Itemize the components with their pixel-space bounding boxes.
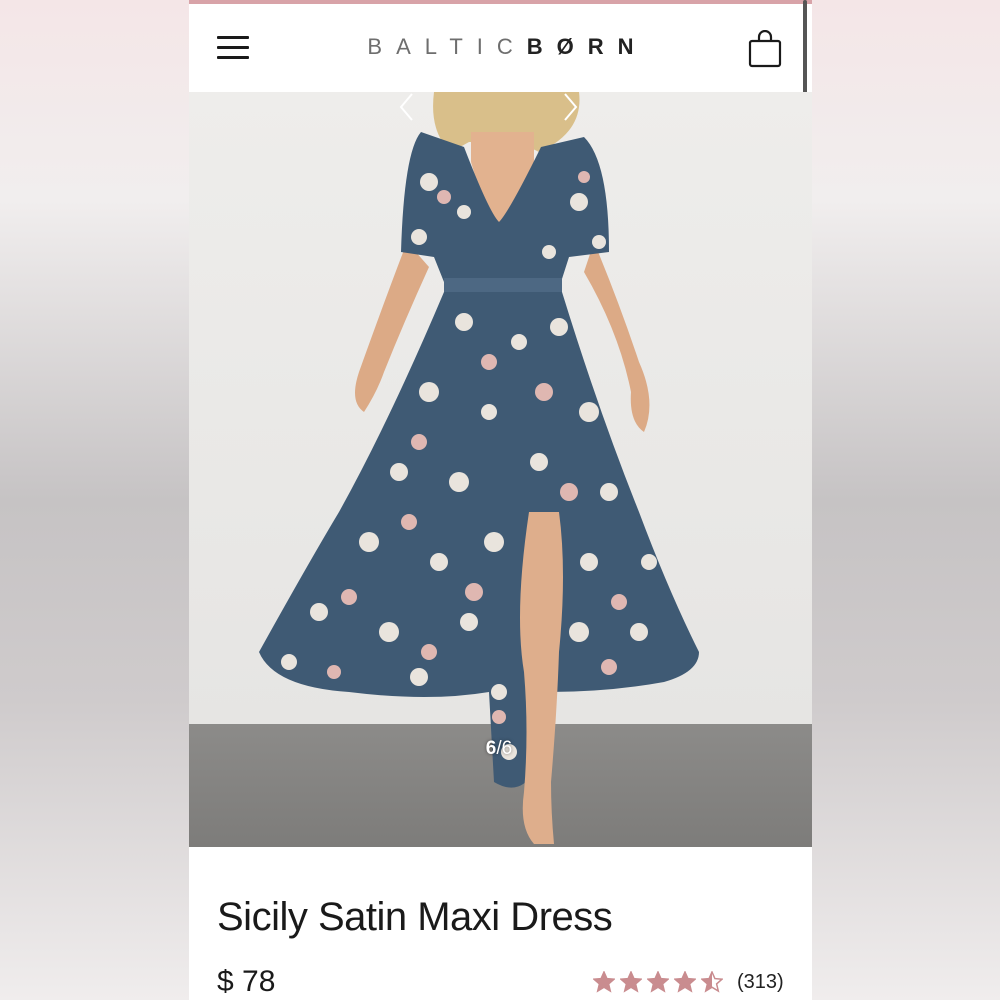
brand-logo[interactable]: BALTICBØRN — [189, 34, 812, 60]
star-full-icon — [593, 971, 615, 993]
product-info: Sicily Satin Maxi Dress $ 78 (313) — [189, 847, 812, 1000]
rating-stars[interactable] — [593, 969, 728, 995]
product-title: Sicily Satin Maxi Dress — [217, 895, 613, 939]
gallery-current: 6 — [485, 738, 497, 759]
gallery-total: 6 — [501, 738, 513, 759]
star-full-icon — [647, 971, 669, 993]
shopping-bag-icon[interactable] — [748, 30, 782, 68]
mobile-screen: BALTICBØRN 6/6 Sicily Satin Maxi Dress $… — [189, 0, 812, 1000]
background-left — [0, 0, 189, 1000]
chevron-right-icon[interactable] — [560, 92, 580, 122]
background-right — [812, 0, 1000, 1000]
star-full-icon — [620, 971, 642, 993]
logo-text-baltic: BALTIC — [367, 34, 527, 59]
gallery-counter: 6/6 — [464, 738, 534, 760]
logo-text-born: BØRN — [526, 34, 648, 59]
star-half-icon — [701, 971, 723, 993]
product-price: $ 78 — [217, 965, 276, 998]
star-full-icon — [674, 971, 696, 993]
site-header: BALTICBØRN — [189, 4, 812, 92]
chevron-left-icon[interactable] — [397, 92, 417, 122]
product-image-gallery[interactable]: 6/6 — [189, 92, 812, 847]
product-photo-dress — [259, 92, 699, 844]
review-count[interactable]: (313) — [737, 971, 784, 994]
